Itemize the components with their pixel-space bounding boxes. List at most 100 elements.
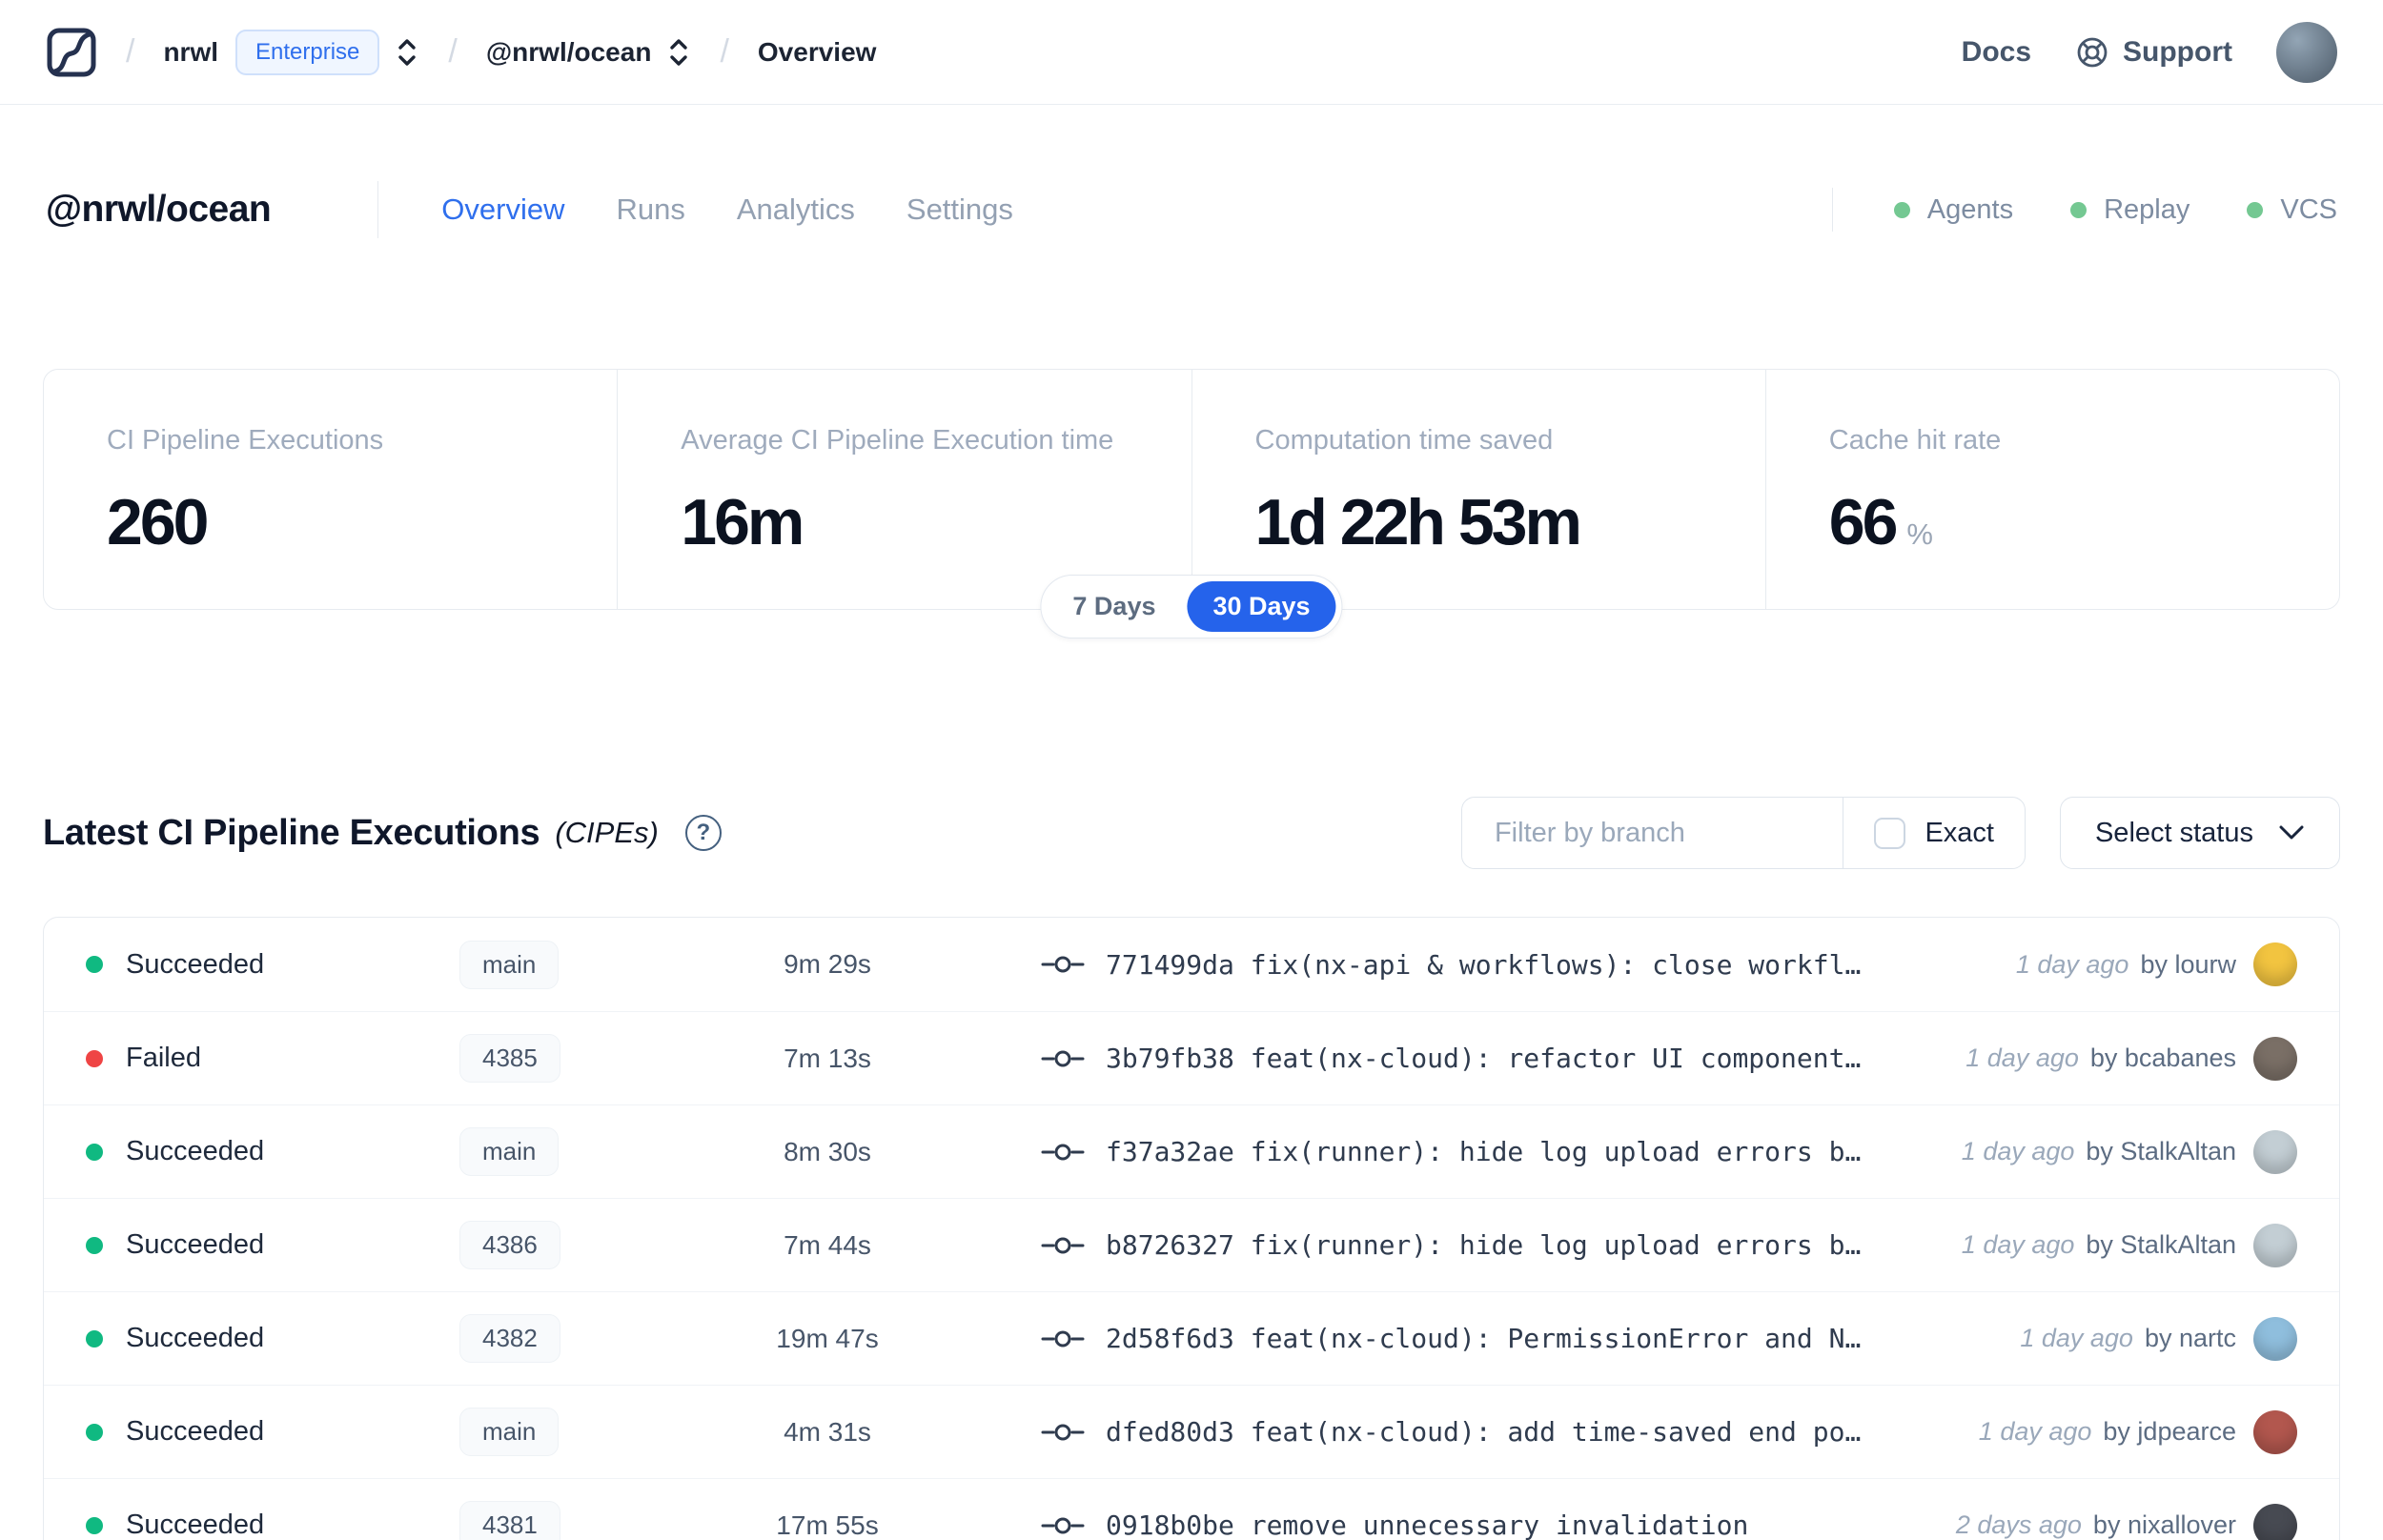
green-dot-icon bbox=[2070, 201, 2088, 218]
section-title-suffix: (CIPEs) bbox=[555, 816, 659, 849]
git-commit-icon bbox=[1041, 951, 1085, 978]
status-dot-icon bbox=[86, 1516, 103, 1534]
status-dot-icon bbox=[86, 956, 103, 973]
time-ago: 2 days ago bbox=[1955, 1510, 2082, 1539]
tab-settings[interactable]: Settings bbox=[906, 192, 1013, 227]
commit-cell: dfed80d3 feat(nx-cloud): add time-saved … bbox=[980, 1416, 1960, 1448]
meta-cell: 1 day ago by StalkAltan bbox=[1962, 1129, 2297, 1174]
cipe-row[interactable]: Succeeded 4386 7m 44s b8726327 fix(runne… bbox=[44, 1198, 2339, 1291]
meta-cell: 1 day ago by StalkAltan bbox=[1962, 1223, 2297, 1267]
support-link[interactable]: Support bbox=[2075, 35, 2232, 70]
breadcrumb-separator: / bbox=[448, 33, 458, 70]
cipe-row[interactable]: Succeeded main 8m 30s f37a32ae fix(runne… bbox=[44, 1104, 2339, 1198]
avatar bbox=[2253, 1316, 2297, 1361]
meta-cell: 1 day ago by jdpearce bbox=[1978, 1409, 2297, 1454]
exact-filter: Exact bbox=[1843, 817, 2025, 849]
stat-computation-time-saved: Computation time saved 1d 22h 53m bbox=[1191, 370, 1765, 609]
duration-cell: 19m 47s bbox=[776, 1323, 879, 1353]
status-dot-icon bbox=[86, 1329, 103, 1348]
tab-runs[interactable]: Runs bbox=[616, 192, 684, 227]
range-7-days[interactable]: 7 Days bbox=[1047, 581, 1181, 632]
cipe-row[interactable]: Succeeded main 9m 29s 771499da fix(nx-ap… bbox=[44, 918, 2339, 1011]
commit-cell: 771499da fix(nx-api & workflows): close … bbox=[980, 949, 1997, 981]
lifebuoy-icon bbox=[2075, 35, 2109, 70]
breadcrumb-separator: / bbox=[720, 33, 729, 70]
tab-analytics[interactable]: Analytics bbox=[737, 192, 855, 227]
author: by StalkAltan bbox=[2086, 1137, 2236, 1165]
cipe-row[interactable]: Succeeded 4381 17m 55s 0918b0be remove u… bbox=[44, 1478, 2339, 1540]
cipe-row[interactable]: Succeeded main 4m 31s dfed80d3 feat(nx-c… bbox=[44, 1385, 2339, 1478]
top-navigation-bar: / nrwl Enterprise / @nrwl/ocean / Overvi… bbox=[0, 0, 2383, 105]
author: by lourw bbox=[2140, 949, 2236, 979]
duration-cell: 17m 55s bbox=[776, 1510, 879, 1540]
org-crumb[interactable]: nrwl Enterprise bbox=[163, 29, 419, 75]
workspace-switcher-chevron-icon[interactable] bbox=[666, 36, 691, 69]
duration-cell: 7m 44s bbox=[784, 1229, 871, 1260]
user-avatar[interactable] bbox=[2276, 21, 2337, 83]
branch-cell: main bbox=[421, 1127, 675, 1176]
avatar bbox=[2253, 942, 2297, 986]
branch-filter-group: Exact bbox=[1460, 797, 2026, 869]
cipe-row[interactable]: Failed 4385 7m 13s 3b79fb38 feat(nx-clou… bbox=[44, 1011, 2339, 1104]
branch-badge[interactable]: main bbox=[459, 940, 560, 989]
breadcrumb-separator: / bbox=[126, 33, 135, 70]
chevron-down-icon bbox=[2278, 824, 2305, 841]
duration-cell: 4m 31s bbox=[784, 1416, 871, 1447]
branch-badge[interactable]: main bbox=[459, 1408, 560, 1456]
branch-cell: 4386 bbox=[421, 1221, 675, 1269]
workspace-title: @nrwl/ocean bbox=[46, 189, 272, 230]
status-dot-icon bbox=[86, 1143, 103, 1161]
commit-cell: f37a32ae fix(runner): hide log upload er… bbox=[980, 1136, 1943, 1167]
branch-badge[interactable]: 4386 bbox=[459, 1221, 560, 1269]
breadcrumb: / nrwl Enterprise / @nrwl/ocean / Overvi… bbox=[46, 27, 876, 78]
branch-badge[interactable]: 4382 bbox=[459, 1314, 560, 1363]
meta-cell: 1 day ago by nartc bbox=[2020, 1316, 2297, 1361]
commit-message[interactable]: 3b79fb38 feat(nx-cloud): refactor UI com… bbox=[1106, 1043, 1861, 1074]
workspace-crumb[interactable]: @nrwl/ocean bbox=[486, 36, 692, 69]
avatar bbox=[2253, 1036, 2297, 1081]
exact-label: Exact bbox=[1925, 817, 1994, 848]
docs-link[interactable]: Docs bbox=[1962, 36, 2031, 69]
duration-cell: 8m 30s bbox=[784, 1136, 871, 1166]
status-dot-icon bbox=[86, 1423, 103, 1441]
time-ago: 1 day ago bbox=[2020, 1324, 2133, 1352]
cipe-section-header: Latest CI Pipeline Executions (CIPEs) ? … bbox=[43, 797, 2340, 869]
enterprise-badge: Enterprise bbox=[235, 29, 380, 75]
branch-badge[interactable]: 4381 bbox=[459, 1501, 560, 1540]
git-commit-icon bbox=[1041, 1045, 1085, 1072]
tab-overview[interactable]: Overview bbox=[441, 192, 564, 227]
divider bbox=[1831, 188, 1833, 232]
status-select-button[interactable]: Select status bbox=[2059, 797, 2340, 869]
meta-cell: 1 day ago by lourw bbox=[2016, 942, 2297, 986]
cipe-row[interactable]: Succeeded 4382 19m 47s 2d58f6d3 feat(nx-… bbox=[44, 1291, 2339, 1385]
cipe-table: Succeeded main 9m 29s 771499da fix(nx-ap… bbox=[43, 917, 2340, 1540]
commit-message[interactable]: 771499da fix(nx-api & workflows): close … bbox=[1106, 949, 1861, 981]
commit-message[interactable]: 0918b0be remove unnecessary invalidation bbox=[1106, 1510, 1748, 1540]
commit-message[interactable]: 2d58f6d3 feat(nx-cloud): PermissionError… bbox=[1106, 1323, 1861, 1354]
status-agents: Agents bbox=[1893, 194, 2013, 226]
git-commit-icon bbox=[1041, 1139, 1085, 1165]
commit-message[interactable]: b8726327 fix(runner): hide log upload er… bbox=[1106, 1229, 1861, 1261]
commit-cell: 3b79fb38 feat(nx-cloud): refactor UI com… bbox=[980, 1043, 1946, 1074]
branch-badge[interactable]: 4385 bbox=[459, 1034, 560, 1083]
help-icon[interactable]: ? bbox=[684, 815, 722, 851]
section-title: Latest CI Pipeline Executions bbox=[43, 812, 540, 853]
branch-badge[interactable]: main bbox=[459, 1127, 560, 1176]
branch-filter-input[interactable] bbox=[1461, 798, 1843, 868]
range-30-days[interactable]: 30 Days bbox=[1187, 581, 1336, 632]
nx-cloud-logo-icon[interactable] bbox=[46, 27, 97, 78]
time-ago: 1 day ago bbox=[1978, 1417, 2092, 1446]
status-cell: Succeeded bbox=[86, 949, 421, 981]
duration-cell: 7m 13s bbox=[784, 1043, 871, 1073]
avatar bbox=[2253, 1503, 2297, 1540]
commit-message[interactable]: f37a32ae fix(runner): hide log upload er… bbox=[1106, 1136, 1861, 1167]
exact-checkbox[interactable] bbox=[1874, 817, 1906, 849]
org-switcher-chevron-icon[interactable] bbox=[395, 36, 419, 69]
status-cell: Succeeded bbox=[86, 1323, 421, 1354]
branch-cell: 4382 bbox=[421, 1314, 675, 1363]
author: by StalkAltan bbox=[2086, 1230, 2236, 1259]
author: by nixallover bbox=[2092, 1510, 2236, 1539]
author: by nartc bbox=[2144, 1324, 2236, 1352]
workspace-tabs: Overview Runs Analytics Settings bbox=[441, 192, 1013, 227]
commit-message[interactable]: dfed80d3 feat(nx-cloud): add time-saved … bbox=[1106, 1416, 1861, 1448]
